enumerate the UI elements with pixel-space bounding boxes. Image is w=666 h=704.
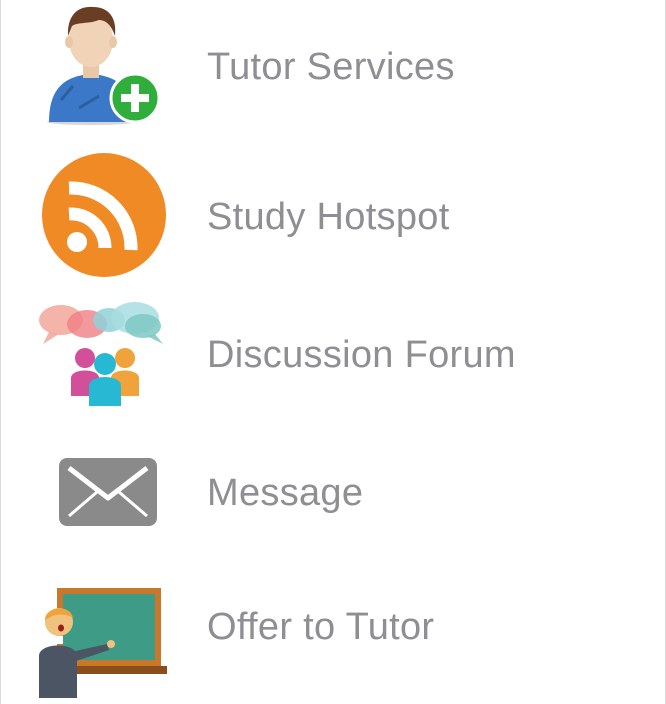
menu-item-tutor-services[interactable]: Tutor Services — [1, 0, 665, 138]
user-add-icon — [47, 6, 161, 125]
discussion-group-icon — [39, 302, 163, 406]
menu-list: Tutor Services Study Hotspot Discussion … — [0, 0, 666, 704]
menu-item-label: Offer to Tutor — [207, 606, 435, 648]
menu-item-discussion-forum[interactable]: Discussion Forum — [1, 292, 665, 418]
menu-item-label: Message — [207, 472, 364, 514]
menu-item-study-hotspot[interactable]: Study Hotspot — [1, 140, 665, 290]
menu-item-label: Discussion Forum — [207, 334, 516, 376]
menu-item-label: Tutor Services — [207, 46, 455, 88]
teacher-blackboard-icon — [39, 588, 167, 698]
rss-feed-icon — [42, 153, 166, 277]
menu-item-label: Study Hotspot — [207, 196, 450, 238]
menu-item-offer-to-tutor[interactable]: Offer to Tutor — [1, 578, 665, 704]
envelope-icon — [59, 458, 157, 526]
menu-item-message[interactable]: Message — [1, 430, 665, 560]
